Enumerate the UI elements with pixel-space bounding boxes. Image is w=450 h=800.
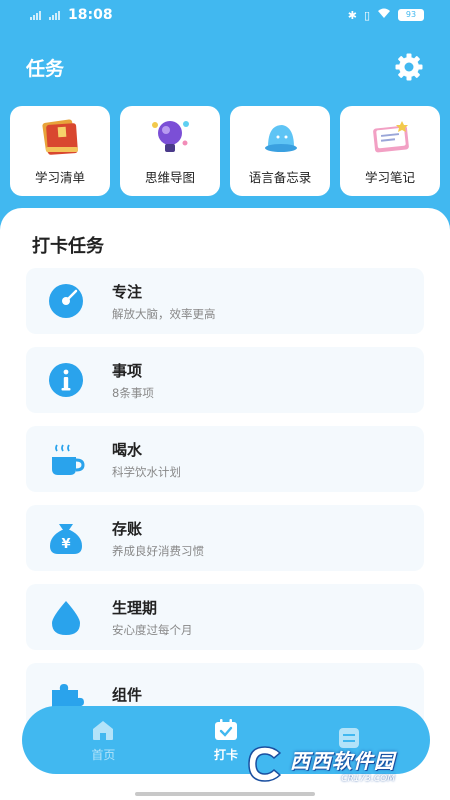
task-subtitle: 养成良好消费习惯: [112, 543, 204, 558]
task-name: 组件: [112, 685, 143, 704]
card-voice-memo[interactable]: 语言备忘录: [230, 106, 330, 196]
card-study-notes[interactable]: 学习笔记: [340, 106, 440, 196]
task-texts: 组件: [112, 684, 142, 709]
task-texts: 专注 解放大脑，效率更高: [112, 281, 216, 322]
vibrate-icon: ▯: [363, 8, 370, 22]
task-subtitle: 安心度过每个月: [112, 622, 193, 637]
nav-list[interactable]: [309, 726, 389, 754]
home-icon: [93, 720, 114, 740]
cup-icon: [52, 444, 85, 475]
bell-icon: [265, 125, 297, 152]
card-label: 学习笔记: [364, 170, 415, 185]
task-period[interactable]: 生理期 安心度过每个月: [26, 584, 424, 650]
task-focus[interactable]: 专注 解放大脑，效率更高: [26, 268, 424, 334]
svg-text:¥: ¥: [61, 537, 70, 552]
money-bag-icon: ¥: [50, 524, 82, 554]
task-subtitle: 解放大脑，效率更高: [112, 306, 216, 321]
section-title: 打卡任务: [32, 236, 104, 257]
battery-indicator: 93: [398, 9, 424, 21]
info-icon: [49, 363, 83, 397]
lightbulb-icon: [152, 121, 189, 152]
task-name: 喝水: [112, 440, 143, 459]
list-icon: [338, 728, 359, 748]
wifi-icon: [377, 8, 391, 22]
task-texts: 生理期 安心度过每个月: [112, 597, 193, 638]
task-texts: 存账 养成良好消费习惯: [112, 518, 204, 559]
drop-icon: [52, 601, 80, 635]
signal-icon-2: [49, 10, 60, 20]
nav-home[interactable]: 首页: [63, 718, 143, 763]
task-subtitle: 科学饮水计划: [112, 464, 181, 479]
gear-icon[interactable]: [394, 52, 424, 82]
bluetooth-icon: ✱: [347, 8, 357, 22]
task-drink-water[interactable]: 喝水 科学饮水计划: [26, 426, 424, 492]
card-mind-map[interactable]: 思维导图: [120, 106, 220, 196]
card-study-list[interactable]: 学习清单: [10, 106, 110, 196]
task-list: 专注 解放大脑，效率更高 事项 8条事项 喝水 科学饮水计划 ¥ 存账 养成良好…: [26, 268, 424, 742]
notebook-icon: [373, 121, 409, 153]
status-right: ✱ ▯ 93: [348, 8, 424, 22]
book-stack-icon: [42, 119, 78, 155]
card-label: 思维导图: [144, 170, 195, 185]
quick-cards: 学习清单 思维导图 语言备忘录 学习笔记: [10, 106, 440, 196]
task-texts: 喝水 科学饮水计划: [112, 439, 181, 480]
nav-label: 打卡: [213, 747, 238, 762]
task-name: 存账: [112, 519, 143, 538]
calendar-check-icon: [214, 718, 237, 740]
task-name: 事项: [112, 361, 143, 380]
signal-icon: [30, 10, 41, 20]
task-name: 生理期: [112, 598, 158, 617]
status-left: 18:08: [30, 7, 113, 23]
focus-icon: [49, 284, 83, 318]
task-items[interactable]: 事项 8条事项: [26, 347, 424, 413]
header: 任务: [0, 42, 450, 92]
bottom-nav: 首页 打卡: [22, 706, 430, 774]
task-texts: 事项 8条事项: [112, 360, 154, 401]
home-indicator: [135, 792, 315, 796]
task-bookkeeping[interactable]: ¥ 存账 养成良好消费习惯: [26, 505, 424, 571]
nav-checkin[interactable]: 打卡: [186, 718, 266, 763]
card-label: 语言备忘录: [248, 170, 312, 185]
task-subtitle: 8条事项: [112, 385, 154, 400]
card-label: 学习清单: [34, 170, 85, 185]
status-bar: 18:08 ✱ ▯ 93: [0, 0, 450, 30]
nav-label: 首页: [91, 747, 116, 762]
task-name: 专注: [112, 282, 143, 301]
status-time: 18:08: [68, 7, 113, 23]
page-title: 任务: [26, 57, 65, 80]
